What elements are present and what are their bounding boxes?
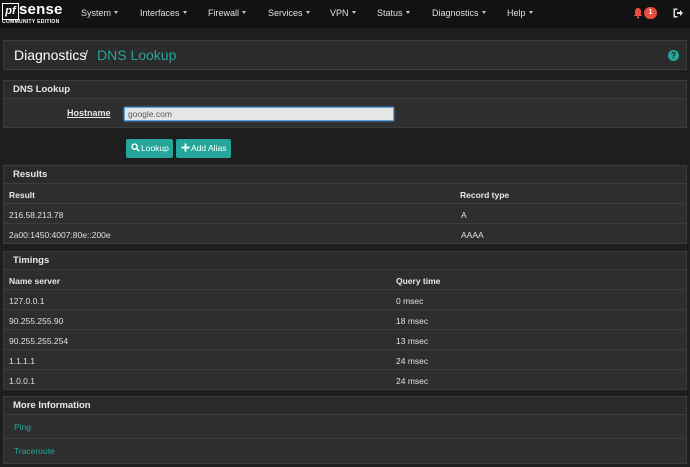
nav-help-label: Help — [507, 8, 526, 18]
query-time-value: 24 msec — [396, 376, 429, 386]
table-row: 90.255.255.254 13 msec — [4, 330, 686, 350]
page-header: Diagnostics / DNS Lookup ? — [3, 40, 687, 70]
nav-interfaces-label: Interfaces — [140, 8, 180, 18]
breadcrumb-diagnostics[interactable]: Diagnostics — [14, 47, 86, 63]
query-time-value: 24 msec — [396, 356, 429, 366]
nav-diagnostics-label: Diagnostics — [432, 8, 479, 18]
more-information-panel: More Information Ping Traceroute — [3, 396, 687, 464]
chevron-down-icon — [481, 11, 486, 14]
result-value: 216.58.213.78 — [9, 210, 64, 220]
results-header-row: Result Record type — [4, 184, 686, 204]
traceroute-link[interactable]: Traceroute — [14, 446, 55, 456]
list-item: Traceroute — [4, 439, 686, 463]
name-server-value: 90.255.255.90 — [9, 316, 64, 326]
chevron-down-icon — [528, 11, 533, 14]
column-header-query-time: Query time — [396, 276, 441, 286]
nav-status[interactable]: Status — [377, 8, 410, 18]
page-title[interactable]: DNS Lookup — [97, 47, 176, 63]
list-item: Ping — [4, 415, 686, 439]
nav-services[interactable]: Services — [268, 8, 310, 18]
name-server-value: 1.0.0.1 — [9, 376, 35, 386]
timings-panel: Timings Name server Query time 127.0.0.1… — [3, 251, 687, 390]
more-information-heading: More Information — [4, 397, 686, 415]
pfsense-logo[interactable]: pf sense COMMUNITY EDITION — [2, 1, 63, 25]
table-row: 1.0.0.1 24 msec — [4, 370, 686, 390]
breadcrumb-separator: / — [84, 47, 88, 63]
add-alias-button-label: Add Alias — [191, 143, 227, 153]
logo-pf-mark: pf — [2, 3, 19, 20]
result-value: 2a00:1450:4007:80e::200e — [9, 230, 111, 240]
results-heading: Results — [4, 166, 686, 184]
nav-help[interactable]: Help — [507, 8, 533, 18]
hostname-label: Hostname — [67, 108, 111, 118]
hostname-input[interactable] — [124, 107, 394, 121]
chevron-down-icon — [242, 11, 247, 14]
top-navbar: pf sense COMMUNITY EDITION System Interf… — [0, 0, 690, 28]
chevron-down-icon — [405, 11, 410, 14]
record-type-value: AAAA — [461, 230, 484, 240]
chevron-down-icon — [305, 11, 310, 14]
nav-system-label: System — [81, 8, 112, 18]
nav-interfaces[interactable]: Interfaces — [140, 8, 187, 18]
column-header-record-type: Record type — [460, 190, 510, 200]
sign-out-icon[interactable] — [672, 7, 684, 19]
dns-lookup-heading: DNS Lookup — [4, 81, 686, 99]
timings-header-row: Name server Query time — [4, 270, 686, 290]
name-server-value: 1.1.1.1 — [9, 356, 35, 366]
table-row: 216.58.213.78 A — [4, 204, 686, 224]
chevron-down-icon — [114, 11, 119, 14]
table-row: 1.1.1.1 24 msec — [4, 350, 686, 370]
dns-lookup-panel: DNS Lookup Hostname — [3, 80, 687, 128]
nav-firewall-label: Firewall — [208, 8, 240, 18]
column-header-result: Result — [9, 190, 35, 200]
add-alias-button[interactable]: Add Alias — [176, 139, 231, 158]
nav-system[interactable]: System — [81, 8, 119, 18]
nav-vpn[interactable]: VPN — [330, 8, 356, 18]
nav-vpn-label: VPN — [330, 8, 349, 18]
nav-services-label: Services — [268, 8, 303, 18]
chevron-down-icon — [182, 11, 187, 14]
nav-firewall[interactable]: Firewall — [208, 8, 247, 18]
search-icon — [129, 140, 141, 159]
name-server-value: 90.255.255.254 — [9, 336, 69, 346]
logo-sense-text: sense — [19, 1, 63, 18]
name-server-value: 127.0.0.1 — [9, 296, 45, 306]
logo-edition-text: COMMUNITY EDITION — [2, 19, 60, 25]
table-row: 90.255.255.90 18 msec — [4, 310, 686, 330]
column-header-name-server: Name server — [9, 276, 61, 286]
query-time-value: 18 msec — [396, 316, 429, 326]
question-circle-icon[interactable]: ? — [668, 50, 679, 61]
nav-status-label: Status — [377, 8, 403, 18]
lookup-button-label: Lookup — [141, 143, 169, 153]
query-time-value: 0 msec — [396, 296, 424, 306]
table-row: 2a00:1450:4007:80e::200e AAAA — [4, 224, 686, 244]
query-time-value: 13 msec — [396, 336, 429, 346]
results-panel: Results Result Record type 216.58.213.78… — [3, 165, 687, 244]
ping-link[interactable]: Ping — [14, 422, 31, 432]
record-type-value: A — [461, 210, 467, 220]
timings-heading: Timings — [4, 252, 686, 270]
nav-diagnostics[interactable]: Diagnostics — [432, 8, 486, 18]
bell-icon[interactable] — [632, 7, 644, 19]
plus-icon — [179, 140, 191, 159]
lookup-button[interactable]: Lookup — [126, 139, 173, 158]
chevron-down-icon — [351, 11, 356, 14]
notification-badge[interactable]: 1 — [644, 7, 657, 19]
table-row: 127.0.0.1 0 msec — [4, 290, 686, 310]
